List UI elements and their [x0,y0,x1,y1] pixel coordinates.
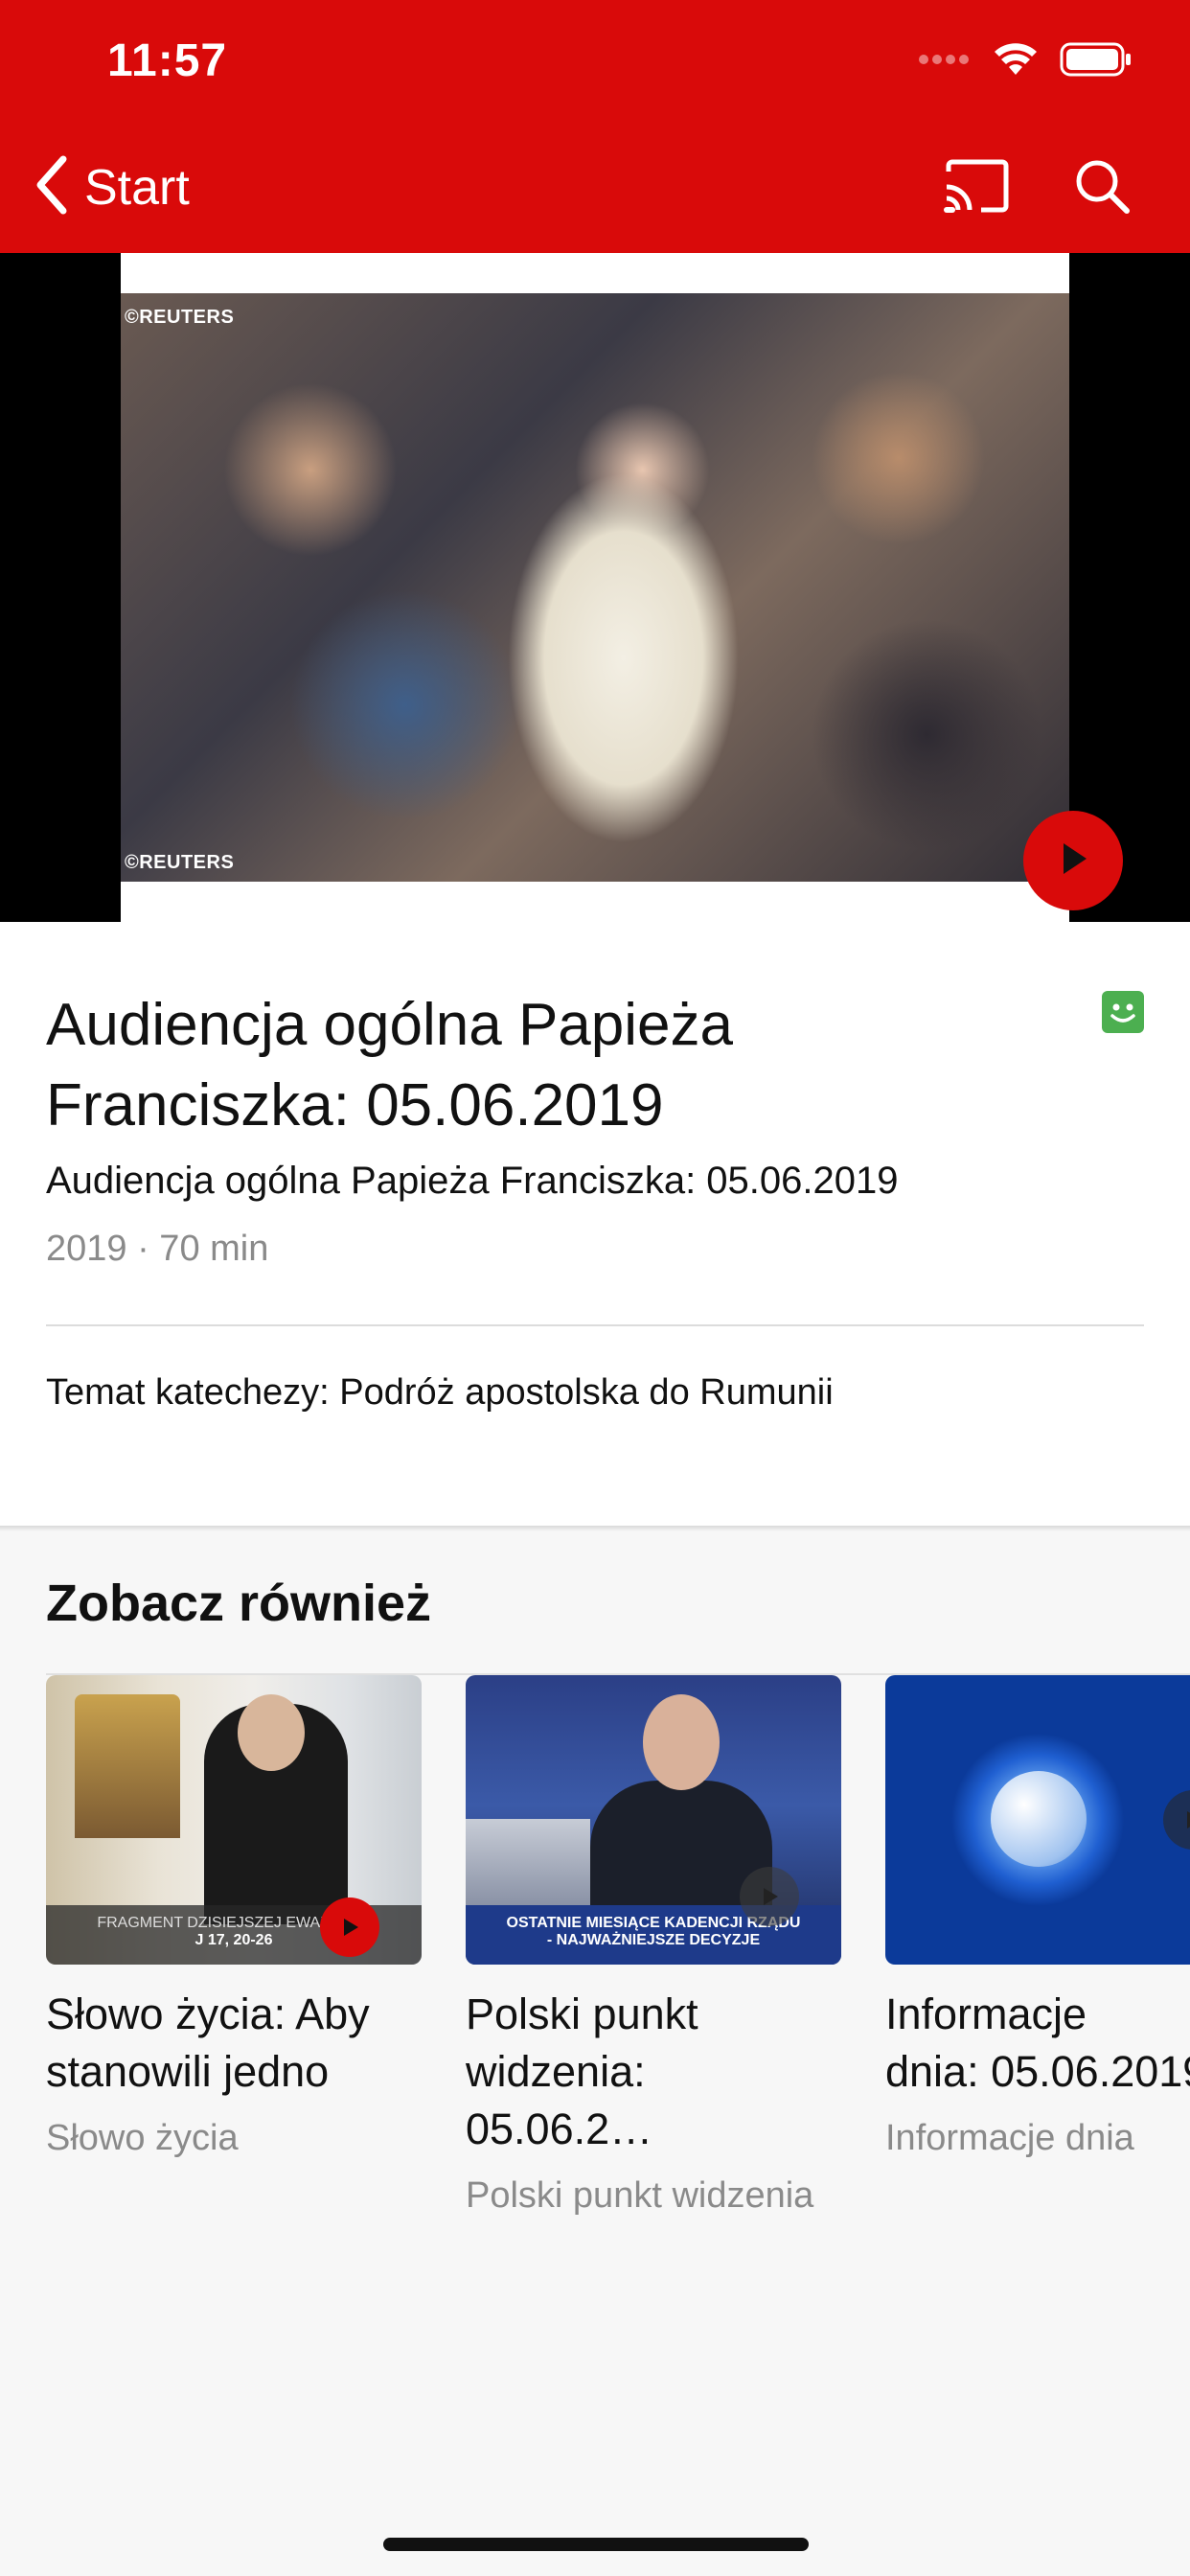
battery-icon [1060,42,1133,81]
card-thumbnail: OSTATNIE MIESIĄCE KADENCJI RZĄDU - NAJWA… [466,1675,841,1965]
see-also-heading: Zobacz również [46,1575,432,1632]
related-card[interactable]: FRAGMENT DZISIEJSZEJ EWANGELII J 17, 20-… [46,1675,422,2159]
card-thumbnail [885,1675,1190,1965]
video-player[interactable]: ©REUTERS ©REUTERS [0,253,1190,922]
card-subtitle: Polski punkt widzenia [466,2175,814,2216]
card-thumbnail: FRAGMENT DZISIEJSZEJ EWANGELII J 17, 20-… [46,1675,422,1965]
age-rating-badge [1102,991,1144,1033]
cast-icon[interactable] [943,158,1010,214]
icon-painting [75,1694,180,1838]
priest-face [238,1694,305,1771]
back-button[interactable]: Start [34,155,190,219]
program-subtitle: Audiencja ogólna Papieża Franciszka: 05.… [46,1160,899,1202]
signal-icon [918,53,972,71]
play-icon [1187,1811,1190,1828]
building-image [466,1819,590,1905]
video-frame: ©REUTERS ©REUTERS [121,253,1123,922]
section-separator [0,1526,1190,1531]
program-description: Temat katechezy: Podróż apostolska do Ru… [46,1372,834,1413]
divider [46,1324,1144,1326]
related-card[interactable]: OSTATNIE MIESIĄCE KADENCJI RZĄDU - NAJWA… [466,1675,841,2217]
home-indicator [383,2538,809,2551]
back-button-label: Start [84,159,190,216]
chevron-left-icon [34,155,69,219]
card-title: Informacje dnia: 05.06.2019 [885,1990,1190,2096]
search-icon[interactable] [1073,157,1131,215]
wifi-icon [993,42,1039,81]
program-meta: 2019 · 70 min [46,1229,269,1269]
play-button[interactable] [320,1898,379,1957]
program-info: Audiencja ogólna Papieża Franciszka: 05.… [0,922,1190,1526]
man-face [643,1694,720,1790]
card-title: Polski punkt widzenia: 05.06.2… [466,1990,698,2153]
card-title: Słowo życia: Aby stanowili jedno [46,1990,370,2096]
watermark-bottom: ©REUTERS [125,852,235,873]
card-subtitle: Informacje dnia [885,2118,1134,2158]
play-button[interactable] [1023,811,1123,910]
header-actions [943,157,1131,215]
card-subtitle: Słowo życia [46,2118,239,2158]
play-icon [764,1888,778,1905]
caption-line: - NAJWAŻNIEJSZE DECYZJE [546,1932,761,1948]
status-time: 11:57 [107,35,228,86]
video-thumbnail[interactable]: ©REUTERS ©REUTERS [121,293,1069,882]
status-icons [918,42,1133,81]
watermark-top: ©REUTERS [125,307,235,328]
play-icon [1054,840,1092,883]
globe-icon [991,1771,1087,1867]
play-icon [344,1919,358,1936]
play-button[interactable] [740,1867,799,1926]
play-button[interactable] [1163,1790,1190,1850]
app-header: 11:57 Start [0,0,1190,253]
related-card[interactable]: Informacje dnia: 05.06.2019 Informacje d… [885,1675,1190,2159]
program-title: Audiencja ogólna Papieża Franciszka: 05.… [46,992,733,1138]
